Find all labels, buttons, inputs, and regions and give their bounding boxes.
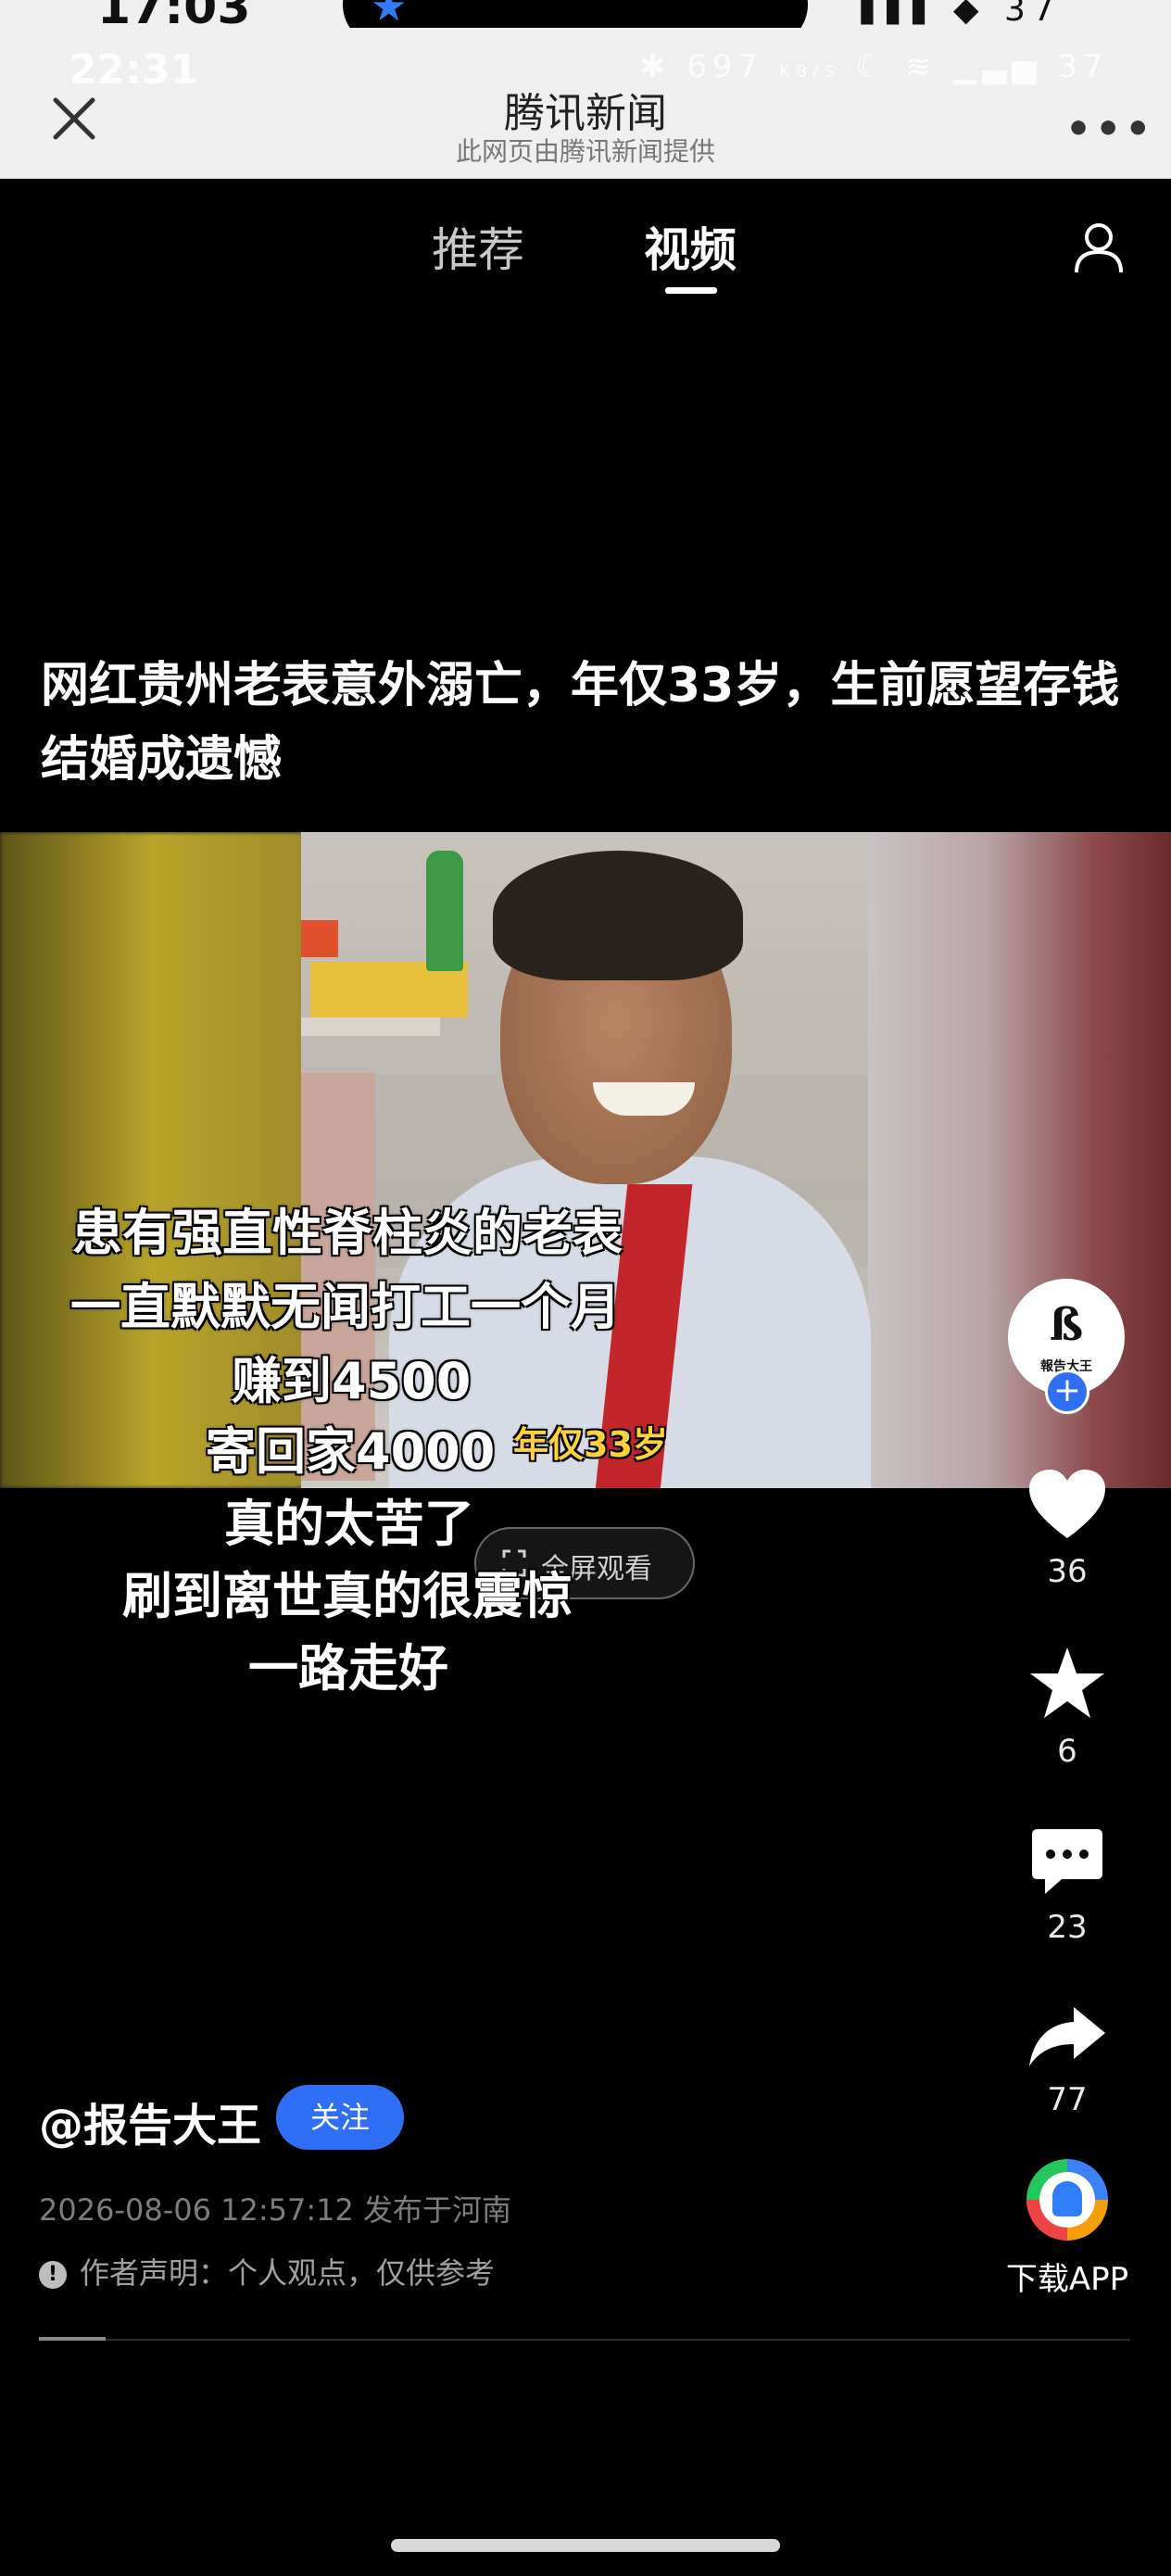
- author-logo-mark: ß: [1049, 1299, 1084, 1351]
- author-name[interactable]: @报告大王: [39, 2089, 261, 2153]
- publish-info: 2026-08-06 12:57:12 发布于河南: [39, 2192, 512, 2228]
- shelf: [301, 1017, 440, 1036]
- divider: [39, 2339, 1130, 2341]
- share-icon: [1029, 2007, 1105, 2066]
- subtitle-line-6: 刷到离世真的很震惊: [122, 1567, 573, 1625]
- share-count: 77: [1047, 2081, 1088, 2118]
- user-profile-icon[interactable]: [1073, 221, 1125, 276]
- video-blur-right: [866, 832, 1171, 1488]
- home-indicator[interactable]: [391, 2539, 780, 2552]
- comment-icon: [1032, 1829, 1102, 1894]
- tab-video[interactable]: 视频: [644, 213, 737, 280]
- person-hair: [493, 851, 743, 980]
- subtitle-line-2: 一直默默无闻打工一个月: [70, 1278, 621, 1336]
- news-headline: 网红贵州老表意外溺亡，年仅33岁，生前愿望存钱结婚成遗憾: [41, 658, 1120, 788]
- subtitle-line-7: 一路走好: [248, 1639, 448, 1698]
- page-title: 腾讯新闻: [504, 90, 667, 137]
- star-icon: ★: [371, 0, 408, 31]
- page-subtitle: 此网页由腾讯新闻提供: [455, 136, 715, 167]
- tab-recommend[interactable]: 推荐: [432, 213, 524, 280]
- active-tab-indicator: [665, 287, 717, 294]
- info-icon: !: [39, 2261, 67, 2289]
- divider-active-indicator: [39, 2337, 106, 2341]
- favorite-action[interactable]: 6: [1019, 1646, 1115, 1770]
- follow-plus-button[interactable]: +: [1045, 1370, 1089, 1414]
- content-tabs: 推荐 视频: [0, 213, 1171, 306]
- like-count: 36: [1047, 1553, 1088, 1590]
- star-icon: [1030, 1648, 1104, 1718]
- outer-status-icons: ▮▮▮ ◆ 37: [858, 0, 1062, 29]
- follow-button[interactable]: 关注: [276, 2085, 404, 2150]
- age-badge: 年仅33岁: [513, 1424, 668, 1465]
- comment-action[interactable]: 23: [1019, 1827, 1115, 1946]
- subtitle-line-3: 赚到4500: [232, 1352, 472, 1410]
- green-bottle: [426, 851, 463, 971]
- more-options-button[interactable]: •••: [1065, 106, 1154, 153]
- video-player[interactable]: [0, 832, 1171, 1488]
- like-action[interactable]: 36: [1019, 1468, 1115, 1590]
- tencent-news-app-icon: [1026, 2159, 1108, 2241]
- favorite-count: 6: [1057, 1733, 1077, 1770]
- comment-count: 23: [1047, 1909, 1088, 1946]
- disclaimer-text: 作者声明：个人观点，仅供参考: [80, 2255, 496, 2291]
- subtitle-line-4: 寄回家4000: [206, 1422, 496, 1481]
- network-unit: KB/S: [779, 62, 840, 82]
- browser-header: 22:31 ✱ 697 KB/S ☾ ≋ ▁▃▅ 37 腾讯新闻 此网页由腾讯新…: [0, 28, 1171, 179]
- heart-icon: [1029, 1470, 1105, 1538]
- subtitle-line-5: 真的太苦了: [224, 1495, 474, 1553]
- download-app-label: 下载APP: [1005, 2261, 1129, 2298]
- author-disclaimer: ! 作者声明：个人观点，仅供参考: [39, 2250, 495, 2292]
- share-action[interactable]: 77: [1019, 2005, 1115, 2118]
- red-object: [301, 920, 338, 957]
- download-app-button[interactable]: 下载APP: [991, 2159, 1143, 2299]
- subtitle-line-1: 患有强直性脊柱炎的老表: [72, 1204, 623, 1262]
